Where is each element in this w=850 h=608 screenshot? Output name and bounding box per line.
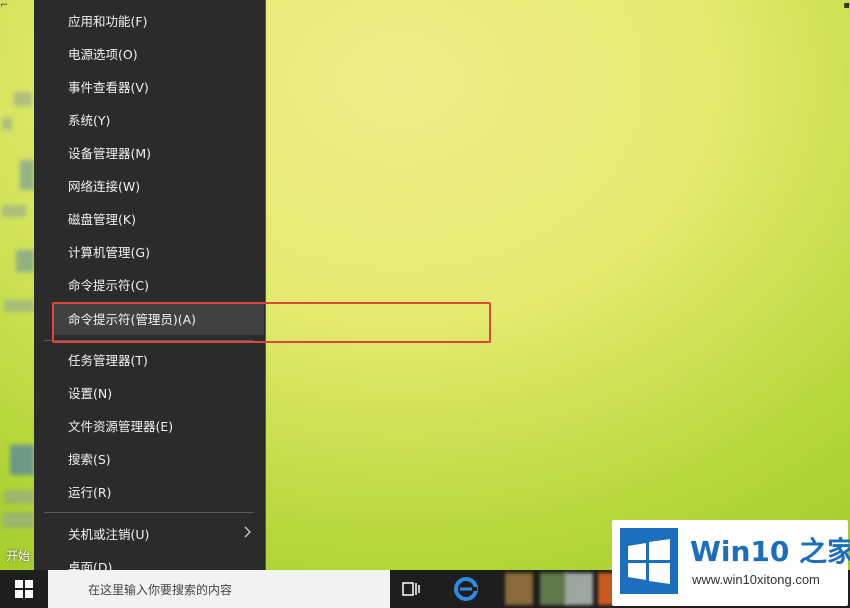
blurred-desktop-icon[interactable]	[14, 92, 32, 106]
menu-item-label: 网络连接(W)	[68, 179, 141, 194]
menu-item-settings[interactable]: 设置(N)	[34, 376, 264, 409]
menu-item-task-manager[interactable]: 任务管理器(T)	[34, 343, 264, 376]
menu-item-label: 磁盘管理(K)	[68, 212, 136, 227]
blurred-desktop-icon[interactable]	[2, 512, 34, 528]
menu-item-event-viewer[interactable]: 事件查看器(V)	[34, 70, 264, 103]
winx-context-menu: 应用和功能(F) 电源选项(O) 事件查看器(V) 系统(Y) 设备管理器(M)…	[34, 0, 266, 592]
menu-item-label: 命令提示符(管理员)(A)	[68, 312, 197, 327]
menu-item-label: 文件资源管理器(E)	[68, 419, 174, 434]
menu-item-apps-features[interactable]: 应用和功能(F)	[34, 4, 264, 37]
menu-item-file-explorer[interactable]: 文件资源管理器(E)	[34, 409, 264, 442]
taskbar-app-icon[interactable]	[540, 573, 568, 605]
windows-logo-icon	[620, 528, 678, 594]
chevron-right-icon	[244, 526, 252, 542]
menu-item-label: 搜索(S)	[68, 452, 111, 467]
taskbar-search-box[interactable]: 在这里输入你要搜索的内容	[48, 570, 390, 608]
watermark-badge: Win10 之家 www.win10xitong.com	[612, 520, 850, 606]
menu-item-label: 设置(N)	[68, 386, 113, 401]
menu-item-label: 关机或注销(U)	[68, 527, 150, 542]
menu-item-device-manager[interactable]: 设备管理器(M)	[34, 136, 264, 169]
menu-item-run[interactable]: 运行(R)	[34, 475, 264, 508]
blurred-desktop-icon[interactable]	[20, 160, 34, 190]
menu-item-label: 任务管理器(T)	[68, 353, 148, 368]
menu-item-command-prompt[interactable]: 命令提示符(C)	[34, 268, 264, 301]
menu-item-label: 命令提示符(C)	[68, 278, 149, 293]
menu-item-shutdown-signout[interactable]: 关机或注销(U)	[34, 517, 264, 550]
taskbar-app-icon[interactable]	[565, 573, 593, 605]
watermark-title: Win10 之家	[690, 535, 850, 568]
watermark-url: www.win10xitong.com	[692, 572, 820, 587]
menu-separator	[44, 512, 254, 513]
blurred-desktop-icon[interactable]	[4, 300, 34, 312]
top-right-glyph: ▪	[843, 0, 850, 11]
menu-item-label: 运行(R)	[68, 485, 112, 500]
taskbar-app-icon[interactable]	[505, 573, 533, 605]
menu-item-label: 事件查看器(V)	[68, 80, 149, 95]
blurred-desktop-icon[interactable]	[4, 490, 34, 504]
blurred-desktop-icon[interactable]	[10, 445, 34, 475]
search-placeholder: 在这里输入你要搜索的内容	[88, 582, 233, 597]
desktop-icons-column	[0, 0, 36, 570]
menu-item-computer-management[interactable]: 计算机管理(G)	[34, 235, 264, 268]
windows-logo-icon	[15, 580, 33, 598]
blurred-desktop-icon[interactable]	[2, 205, 26, 217]
menu-item-label: 设备管理器(M)	[68, 146, 152, 161]
edge-browser-icon[interactable]	[453, 576, 479, 602]
desktop-icon-label: 开始	[6, 549, 31, 563]
task-view-icon[interactable]	[400, 578, 422, 600]
blurred-desktop-icon[interactable]	[16, 250, 34, 272]
menu-separator	[44, 340, 254, 341]
blurred-desktop-icon[interactable]	[2, 118, 12, 130]
menu-item-power-options[interactable]: 电源选项(O)	[34, 37, 264, 70]
menu-item-disk-management[interactable]: 磁盘管理(K)	[34, 202, 264, 235]
menu-item-label: 系统(Y)	[68, 113, 111, 128]
menu-item-network-connections[interactable]: 网络连接(W)	[34, 169, 264, 202]
menu-item-label: 应用和功能(F)	[68, 14, 148, 29]
start-button[interactable]	[0, 570, 48, 608]
menu-item-command-prompt-admin[interactable]: 命令提示符(管理员)(A)	[52, 302, 264, 335]
menu-item-label: 电源选项(O)	[68, 47, 138, 62]
menu-item-search[interactable]: 搜索(S)	[34, 442, 264, 475]
menu-item-label: 计算机管理(G)	[68, 245, 150, 260]
menu-item-system[interactable]: 系统(Y)	[34, 103, 264, 136]
